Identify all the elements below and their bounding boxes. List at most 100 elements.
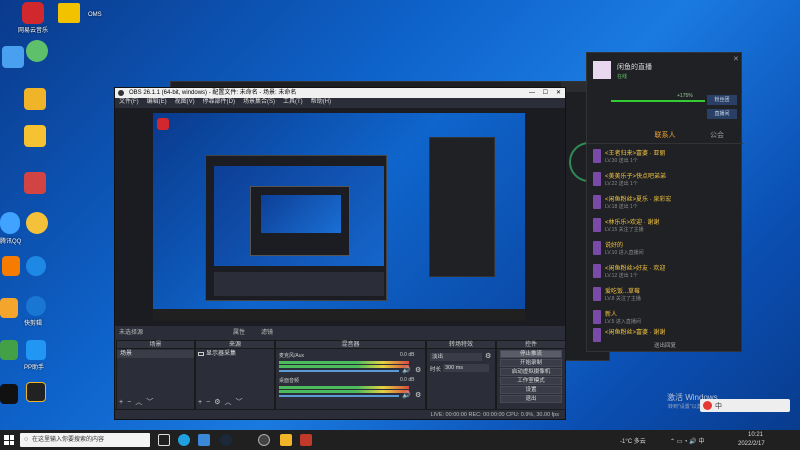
- gear-icon[interactable]: ⚙: [214, 399, 224, 406]
- chat-message[interactable]: <王者归来>富婆 · 亚丽 LV.30 送出 1个: [593, 148, 735, 168]
- virtual-camera-button[interactable]: 启动虚拟摄像机: [500, 368, 562, 376]
- move-up-icon[interactable]: ︿: [135, 399, 146, 406]
- chat-message-sub: LV.15 关注了主播: [605, 227, 644, 233]
- scene-list-item[interactable]: 场景: [117, 350, 194, 358]
- source-list-item[interactable]: 显示器采集: [196, 350, 274, 358]
- obs-preview[interactable]: [115, 108, 565, 326]
- chat-message[interactable]: <闲鱼粉丝>好友 · 欢迎 LV.12 送出 1个: [593, 263, 735, 283]
- remove-source-icon[interactable]: −: [206, 399, 214, 406]
- system-tray[interactable]: ⌃ ▭ ◔ 🔊 中: [670, 436, 704, 445]
- app-icon-11[interactable]: [0, 340, 18, 360]
- properties-button[interactable]: 属性: [233, 328, 245, 338]
- app-icon-12[interactable]: [26, 340, 46, 360]
- chat-message[interactable]: <林乐乐>欢迎 · 谢谢 LV.15 关注了主播: [593, 217, 735, 237]
- app-icon-1[interactable]: [2, 46, 24, 68]
- ime-mode[interactable]: 中: [715, 401, 722, 411]
- live-room-button[interactable]: 直播间: [707, 109, 737, 119]
- taskbar-search-input[interactable]: 在这里输入你要搜索的内容: [20, 433, 150, 447]
- filters-button[interactable]: 滤镜: [261, 328, 273, 338]
- source-down-icon[interactable]: ﹀: [235, 399, 246, 406]
- app-icon-6[interactable]: [26, 212, 48, 234]
- desktop-speaker-icon[interactable]: 🔊: [402, 391, 411, 399]
- menu-file[interactable]: 文件(F): [119, 98, 139, 107]
- obs-statusbar: LIVE: 00:00:00 REC: 00:00:00 CPU: 0.9%, …: [115, 409, 565, 419]
- task-view-icon[interactable]: [158, 434, 170, 446]
- menu-scene-collection[interactable]: 场景集合(S): [243, 98, 275, 107]
- menu-help[interactable]: 帮助(H): [311, 98, 331, 107]
- start-recording-button[interactable]: 开始录制: [500, 359, 562, 367]
- chat-message-avatar: [593, 264, 601, 278]
- search-icon: ○: [24, 436, 29, 443]
- oms-icon[interactable]: [58, 3, 80, 23]
- source-item-label: 显示器采集: [206, 351, 237, 357]
- app-taskbar-icon-1[interactable]: [280, 434, 292, 446]
- chat-message[interactable]: <闲鱼粉丝>夏乐 · 泉彩宏 LV.18 送出 1个: [593, 194, 735, 214]
- maximize-icon[interactable]: ☐: [543, 88, 548, 98]
- chat-message-sub: LV.12 送出 1个: [605, 273, 638, 279]
- desktop-settings-icon[interactable]: ⚙: [415, 391, 421, 399]
- app-icon-13[interactable]: [0, 384, 18, 404]
- app-icon-7[interactable]: [2, 256, 20, 276]
- exit-button[interactable]: 退出: [500, 395, 562, 403]
- mixer-track-name: 麦克风/Aux: [279, 353, 305, 359]
- tab-contacts[interactable]: 联系人: [639, 128, 691, 143]
- remove-scene-icon[interactable]: −: [127, 399, 135, 406]
- chat-message[interactable]: 说好的 LV.10 进入直播间: [593, 240, 735, 260]
- fan-group-button[interactable]: 粉丝团: [707, 95, 737, 105]
- obs-taskbar-icon[interactable]: [258, 434, 270, 446]
- tab-guild[interactable]: 公会: [691, 128, 743, 143]
- stop-streaming-button[interactable]: 停止推流: [500, 350, 562, 358]
- menu-tools[interactable]: 工具(T): [283, 98, 303, 107]
- chat-message-name: 新人: [605, 312, 618, 318]
- settings-button[interactable]: 设置: [500, 386, 562, 394]
- start-button[interactable]: [4, 435, 14, 445]
- duration-input[interactable]: 300 ms: [443, 364, 489, 372]
- qq-icon[interactable]: [0, 212, 20, 234]
- store-icon[interactable]: [198, 434, 210, 446]
- desktop-volume-slider[interactable]: [279, 395, 399, 397]
- netease-music-icon[interactable]: [22, 2, 44, 24]
- menu-edit[interactable]: 编辑(E): [147, 98, 167, 107]
- menu-docks[interactable]: 停靠部件(D): [203, 98, 235, 107]
- menu-view[interactable]: 视图(V): [175, 98, 195, 107]
- preview-screen-capture: [153, 113, 525, 321]
- steam-icon[interactable]: [220, 434, 232, 446]
- app-icon-9[interactable]: [0, 298, 18, 318]
- app-icon-5[interactable]: [24, 172, 46, 194]
- clock-time[interactable]: 10:21: [748, 432, 763, 438]
- mic-speaker-icon[interactable]: 🔊: [402, 366, 411, 374]
- chat-footer[interactable]: 送出回复: [587, 341, 743, 349]
- app-icon-3[interactable]: [24, 88, 46, 110]
- desktop-label-pp: PP助手: [24, 365, 45, 371]
- app-icon-2[interactable]: [26, 40, 48, 62]
- mic-settings-icon[interactable]: ⚙: [415, 366, 421, 374]
- app-icon-10[interactable]: [26, 296, 46, 316]
- app-taskbar-icon-2[interactable]: [300, 434, 312, 446]
- transition-select[interactable]: 淡出: [430, 353, 482, 361]
- chat-avatar[interactable]: [593, 61, 611, 79]
- move-down-icon[interactable]: ﹀: [146, 399, 157, 406]
- clock-date[interactable]: 2022/2/17: [738, 441, 765, 447]
- mic-volume-slider[interactable]: [279, 370, 399, 372]
- chat-close-icon[interactable]: ✕: [733, 55, 739, 63]
- add-source-icon[interactable]: +: [198, 399, 206, 406]
- chat-message[interactable]: 新人 LV.5 进入直播间: [593, 309, 735, 329]
- ime-toolbar[interactable]: 中: [700, 399, 790, 412]
- app-icon-14[interactable]: [26, 382, 46, 402]
- weather-label[interactable]: -1°C 多云: [620, 436, 646, 445]
- edge-icon[interactable]: [178, 434, 190, 446]
- source-up-icon[interactable]: ︿: [224, 399, 235, 406]
- duration-label: 时长: [430, 367, 442, 373]
- app-icon-8[interactable]: [26, 256, 46, 276]
- chat-message-avatar: [593, 287, 601, 301]
- chat-message[interactable]: 爱吃饭...草莓 LV.8 关注了主播: [593, 286, 735, 306]
- transition-gear-icon[interactable]: ⚙: [485, 352, 491, 360]
- app-icon-4[interactable]: [24, 125, 46, 147]
- tab-first[interactable]: [587, 128, 639, 143]
- add-scene-icon[interactable]: +: [119, 399, 127, 406]
- scenes-panel-title: 场景: [117, 341, 194, 349]
- studio-mode-button[interactable]: 工作室模式: [500, 377, 562, 385]
- minimize-icon[interactable]: —: [529, 88, 535, 98]
- close-icon[interactable]: ✕: [556, 88, 561, 98]
- chat-message[interactable]: <美美乐子>快点吧弟弟 LV.22 送出 1个: [593, 171, 735, 191]
